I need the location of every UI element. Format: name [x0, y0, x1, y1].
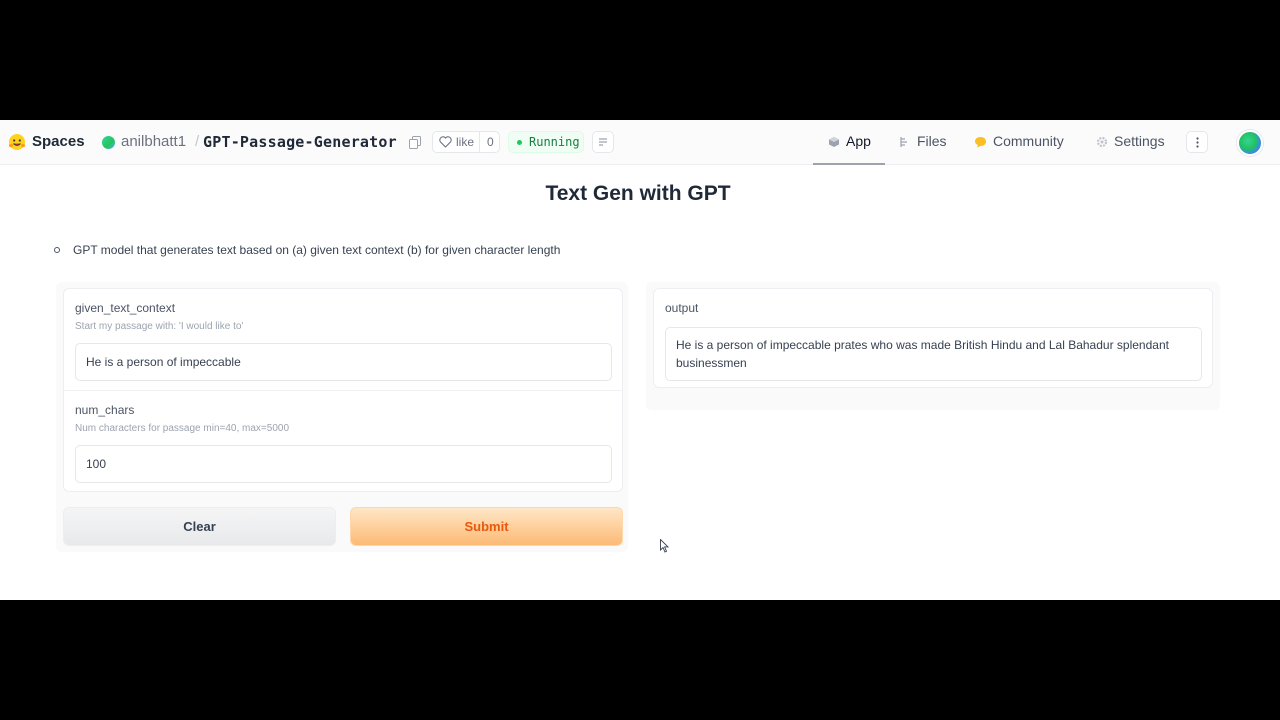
- repo-name-link[interactable]: GPT-Passage-Generator: [203, 133, 397, 151]
- path-separator: /: [195, 133, 200, 150]
- output-textbox[interactable]: He is a person of impeccable prates who …: [665, 327, 1202, 381]
- like-count: 0: [487, 135, 494, 149]
- tab-files[interactable]: Files: [899, 133, 947, 149]
- status-dot-icon: [517, 140, 522, 145]
- logs-icon: [599, 138, 607, 146]
- field-divider: [64, 390, 622, 391]
- like-divider: [479, 132, 480, 152]
- clear-button[interactable]: Clear: [63, 507, 336, 546]
- num-chars-value: 100: [86, 457, 107, 471]
- given-text-context-label: given_text_context: [75, 301, 176, 315]
- logs-button[interactable]: [592, 131, 614, 153]
- tab-files-label: Files: [917, 133, 947, 149]
- output-label: output: [665, 301, 699, 315]
- copy-icon[interactable]: [409, 136, 421, 149]
- like-button[interactable]: like 0: [432, 131, 500, 153]
- tab-settings[interactable]: Settings: [1096, 133, 1165, 149]
- tab-community[interactable]: Community: [974, 133, 1064, 149]
- hugging-face-logo-icon[interactable]: [8, 133, 26, 151]
- num-chars-label: num_chars: [75, 403, 135, 417]
- tab-app[interactable]: App: [828, 133, 871, 149]
- files-icon: [900, 137, 907, 147]
- given-text-context-input[interactable]: He is a person of impeccable: [75, 343, 612, 381]
- tab-app-label: App: [846, 133, 871, 149]
- cube-icon: [829, 137, 839, 147]
- submit-button[interactable]: Submit: [350, 507, 623, 546]
- input-card: given_text_context Start my passage with…: [63, 288, 623, 492]
- community-icon: [975, 137, 986, 148]
- active-tab-indicator: [813, 163, 885, 165]
- mouse-pointer-icon: [660, 539, 670, 553]
- heart-icon: [439, 136, 452, 148]
- tab-community-label: Community: [993, 133, 1064, 149]
- top-navigation-bar: Spaces anilbhatt1 / GPT-Passage-Generato…: [0, 120, 1280, 165]
- given-text-context-value: He is a person of impeccable: [86, 355, 241, 369]
- output-card: output He is a person of impeccable prat…: [653, 288, 1213, 388]
- page-title: Text Gen with GPT: [545, 182, 731, 205]
- num-chars-input[interactable]: 100: [75, 445, 612, 483]
- like-label: like: [456, 135, 475, 149]
- status-label: Running: [529, 135, 580, 149]
- app-frame: Spaces anilbhatt1 / GPT-Passage-Generato…: [0, 120, 1280, 600]
- more-options-button[interactable]: [1186, 131, 1208, 153]
- user-avatar[interactable]: [1237, 130, 1263, 156]
- gear-icon: [1096, 136, 1108, 148]
- owner-link[interactable]: anilbhatt1: [121, 133, 186, 150]
- vertical-dots-icon: [1196, 137, 1199, 148]
- status-badge: Running: [508, 131, 584, 153]
- tab-settings-label: Settings: [1114, 133, 1165, 149]
- description-text: GPT model that generates text based on (…: [73, 243, 561, 257]
- given-text-context-info: Start my passage with: 'I would like to': [75, 321, 244, 332]
- num-chars-info: Num characters for passage min=40, max=5…: [75, 423, 289, 434]
- bullet-icon: [54, 247, 60, 253]
- owner-avatar: [102, 136, 115, 149]
- spaces-link[interactable]: Spaces: [32, 133, 85, 150]
